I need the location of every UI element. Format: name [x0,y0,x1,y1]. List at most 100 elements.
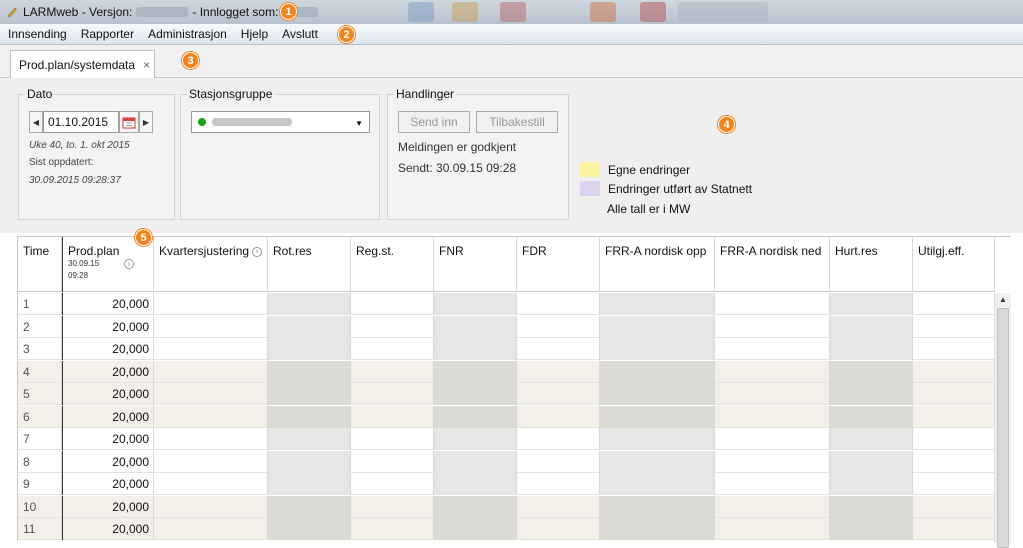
cell-fdr[interactable] [517,473,600,495]
cell-fdr[interactable] [517,405,600,428]
col-rotres[interactable]: Rot.res [268,237,351,292]
cell-regst[interactable] [351,360,434,383]
cell-frra-ned[interactable] [715,360,830,383]
cell-regst[interactable] [351,518,434,540]
cell-kvartersjustering[interactable] [154,383,268,405]
cell-kvartersjustering[interactable] [154,518,268,540]
cell-fdr[interactable] [517,315,600,338]
col-fdr[interactable]: FDR [517,237,600,292]
vertical-scrollbar[interactable]: ▲ [994,293,1011,548]
cell-fnr[interactable] [434,405,517,428]
cell-utilgj[interactable] [913,473,995,495]
cell-rotres[interactable] [268,383,351,405]
next-date-icon[interactable]: ▶ [139,111,153,133]
cell-prodplan[interactable]: 20,000 [62,518,154,540]
cell-fdr[interactable] [517,450,600,473]
cell-regst[interactable] [351,495,434,518]
col-time[interactable]: Time [18,237,62,292]
cell-utilgj[interactable] [913,495,995,518]
calendar-icon[interactable] [119,111,139,133]
cell-frra-ned[interactable] [715,495,830,518]
cell-rotres[interactable] [268,405,351,428]
cell-fnr[interactable] [434,360,517,383]
send-button[interactable]: Send inn [398,111,470,133]
cell-utilgj[interactable] [913,518,995,540]
cell-regst[interactable] [351,450,434,473]
cell-fdr[interactable] [517,383,600,405]
cell-prodplan[interactable]: 20,000 [62,338,154,360]
cell-frra-ned[interactable] [715,518,830,540]
cell-fnr[interactable] [434,473,517,495]
cell-fdr[interactable] [517,360,600,383]
cell-frra-opp[interactable] [600,428,715,450]
cell-hurtres[interactable] [830,293,913,315]
cell-regst[interactable] [351,315,434,338]
cell-rotres[interactable] [268,450,351,473]
cell-hurtres[interactable] [830,428,913,450]
scroll-thumb[interactable] [997,308,1009,548]
cell-rotres[interactable] [268,360,351,383]
cell-rotres[interactable] [268,338,351,360]
cell-hurtres[interactable] [830,473,913,495]
cell-hurtres[interactable] [830,495,913,518]
cell-utilgj[interactable] [913,383,995,405]
date-input[interactable]: 01.10.2015 [43,111,119,133]
cell-fnr[interactable] [434,383,517,405]
cell-frra-opp[interactable] [600,293,715,315]
cell-frra-opp[interactable] [600,518,715,540]
close-icon[interactable]: × [143,58,150,72]
scroll-up-icon[interactable]: ▲ [999,295,1007,304]
cell-rotres[interactable] [268,428,351,450]
cell-hurtres[interactable] [830,315,913,338]
menu-administrasjon[interactable]: Administrasjon [148,27,227,41]
cell-fdr[interactable] [517,428,600,450]
expand-icon[interactable]: › [252,246,263,257]
col-frra-ned[interactable]: FRR-A nordisk ned [715,237,830,292]
cell-frra-opp[interactable] [600,450,715,473]
cell-utilgj[interactable] [913,293,995,315]
cell-hurtres[interactable] [830,338,913,360]
cell-frra-ned[interactable] [715,293,830,315]
cell-frra-opp[interactable] [600,405,715,428]
cell-fnr[interactable] [434,293,517,315]
cell-utilgj[interactable] [913,315,995,338]
cell-frra-ned[interactable] [715,338,830,360]
cell-fdr[interactable] [517,293,600,315]
cell-regst[interactable] [351,428,434,450]
cell-fnr[interactable] [434,495,517,518]
cell-utilgj[interactable] [913,405,995,428]
cell-frra-ned[interactable] [715,473,830,495]
cell-rotres[interactable] [268,293,351,315]
menu-rapporter[interactable]: Rapporter [81,27,134,41]
cell-prodplan[interactable]: 20,000 [62,495,154,518]
cell-fnr[interactable] [434,450,517,473]
cell-kvartersjustering[interactable] [154,428,268,450]
cell-kvartersjustering[interactable] [154,495,268,518]
cell-frra-opp[interactable] [600,360,715,383]
cell-fdr[interactable] [517,518,600,540]
cell-kvartersjustering[interactable] [154,360,268,383]
cell-prodplan[interactable]: 20,000 [62,405,154,428]
cell-fnr[interactable] [434,518,517,540]
cell-utilgj[interactable] [913,450,995,473]
cell-fnr[interactable] [434,315,517,338]
cell-regst[interactable] [351,473,434,495]
col-frra-opp[interactable]: FRR-A nordisk opp [600,237,715,292]
cell-rotres[interactable] [268,495,351,518]
cell-rotres[interactable] [268,315,351,338]
cell-fnr[interactable] [434,428,517,450]
cell-fdr[interactable] [517,338,600,360]
cell-utilgj[interactable] [913,428,995,450]
col-utilgj[interactable]: Utilgj.eff. [913,237,995,292]
cell-kvartersjustering[interactable] [154,338,268,360]
cell-rotres[interactable] [268,518,351,540]
cell-kvartersjustering[interactable] [154,405,268,428]
cell-hurtres[interactable] [830,405,913,428]
cell-frra-ned[interactable] [715,450,830,473]
cell-frra-opp[interactable] [600,315,715,338]
prev-date-icon[interactable]: ◀ [29,111,43,133]
col-kvartersjustering[interactable]: Kvartersjustering › [154,237,268,292]
cell-prodplan[interactable]: 20,000 [62,293,154,315]
cell-frra-ned[interactable] [715,383,830,405]
cell-utilgj[interactable] [913,360,995,383]
